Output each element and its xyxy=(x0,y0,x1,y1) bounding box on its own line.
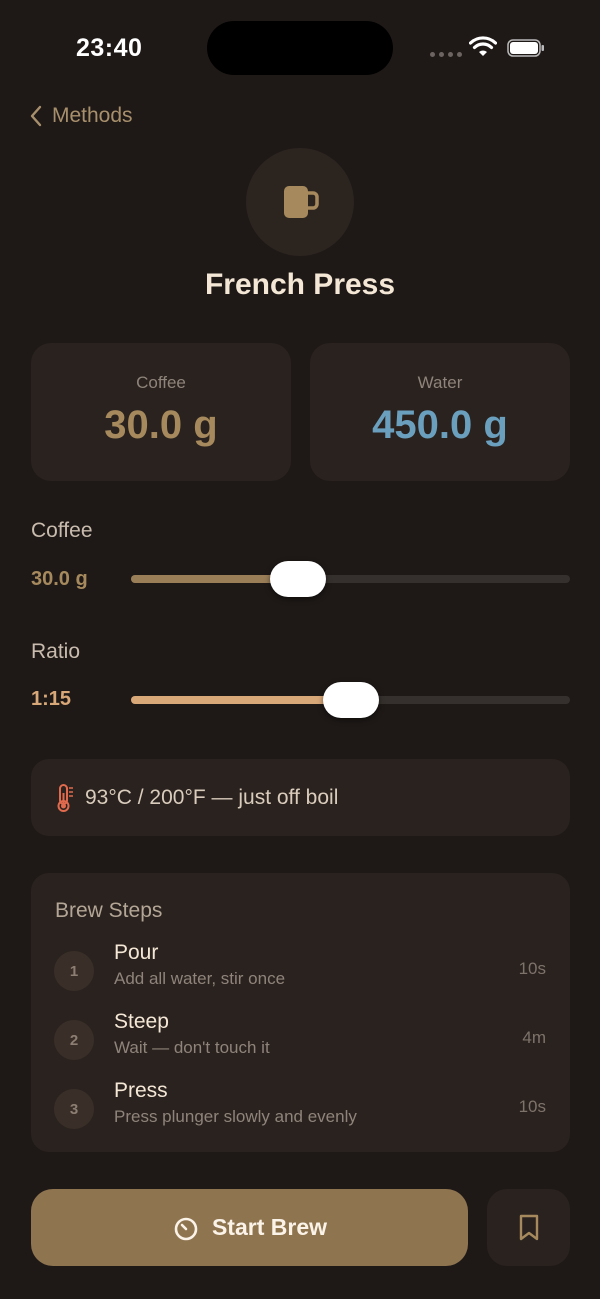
mug-icon xyxy=(284,186,319,218)
coffee-card-value: 30.0 g xyxy=(104,403,218,447)
status-bar: 23:40 xyxy=(0,0,600,96)
list-item: 2 Steep Wait — don't touch it 4m xyxy=(31,1010,570,1070)
page-title: French Press xyxy=(204,268,396,301)
step-number: 1 xyxy=(54,951,94,991)
ratio-slider-fill xyxy=(131,696,351,704)
brew-steps-title: Brew Steps xyxy=(55,899,163,922)
back-label: Methods xyxy=(52,104,133,127)
timer-icon xyxy=(174,1217,198,1240)
ratio-slider[interactable] xyxy=(131,682,570,718)
chevron-left-icon xyxy=(30,105,42,127)
step-number: 2 xyxy=(54,1020,94,1060)
wifi-icon xyxy=(469,36,497,56)
water-card-value: 450.0 g xyxy=(372,403,508,447)
ratio-slider-value: 1:15 xyxy=(31,688,72,710)
method-icon-badge xyxy=(246,148,354,256)
dynamic-island xyxy=(207,21,393,75)
thermometer-icon xyxy=(57,783,73,812)
coffee-slider[interactable] xyxy=(131,561,570,597)
step-name: Press xyxy=(114,1079,168,1102)
water-card-label: Water xyxy=(417,373,463,392)
start-brew-button[interactable]: Start Brew xyxy=(31,1189,468,1266)
status-time: 23:40 xyxy=(76,34,143,62)
ratio-slider-thumb[interactable] xyxy=(322,682,379,718)
list-item: 1 Pour Add all water, stir once 10s xyxy=(31,941,570,1001)
ratio-slider-label: Ratio xyxy=(31,640,81,663)
bookmark-button[interactable] xyxy=(487,1189,570,1266)
list-item: 3 Press Press plunger slowly and evenly … xyxy=(31,1079,570,1139)
battery-icon xyxy=(507,39,544,57)
cellular-signal-icon xyxy=(430,52,462,57)
step-number: 3 xyxy=(54,1089,94,1129)
temperature-info: 93°C / 200°F — just off boil xyxy=(31,759,570,836)
step-name: Steep xyxy=(114,1010,169,1033)
step-duration: 10s xyxy=(518,1097,546,1116)
coffee-amount-card: Coffee 30.0 g xyxy=(31,343,291,481)
step-description: Press plunger slowly and evenly xyxy=(114,1107,357,1126)
coffee-slider-label: Coffee xyxy=(31,519,93,542)
brew-steps-card: Brew Steps 1 Pour Add all water, stir on… xyxy=(31,873,570,1152)
coffee-slider-value: 30.0 g xyxy=(31,568,88,590)
bookmark-icon xyxy=(519,1214,538,1240)
back-button[interactable]: Methods xyxy=(28,104,133,128)
coffee-card-label: Coffee xyxy=(136,373,186,392)
coffee-slider-thumb[interactable] xyxy=(269,561,326,597)
water-amount-card: Water 450.0 g xyxy=(310,343,570,481)
step-duration: 4m xyxy=(522,1028,546,1047)
step-description: Wait — don't touch it xyxy=(114,1038,270,1057)
step-duration: 10s xyxy=(518,959,546,978)
temperature-text: 93°C / 200°F — just off boil xyxy=(85,785,339,809)
step-description: Add all water, stir once xyxy=(114,969,286,988)
step-name: Pour xyxy=(114,941,159,964)
start-brew-label: Start Brew xyxy=(211,1214,328,1240)
